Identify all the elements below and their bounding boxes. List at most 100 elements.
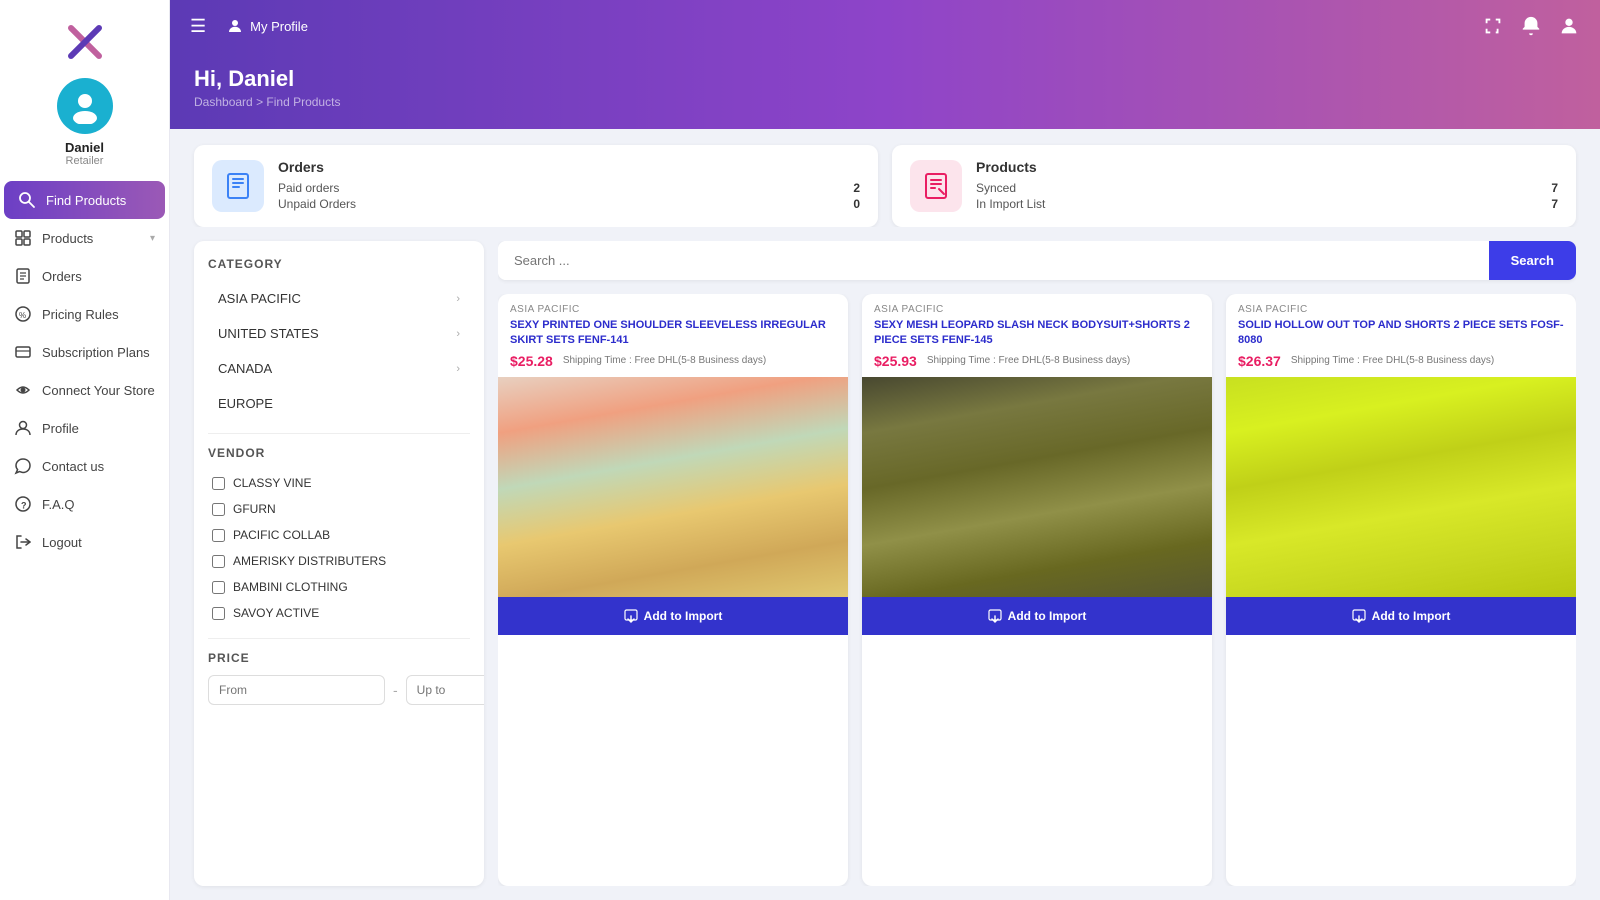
product-price-row: $26.37 Shipping Time : Free DHL(5-8 Busi… <box>1238 353 1564 369</box>
sidebar-item-products[interactable]: Products ▾ <box>0 219 169 257</box>
vendor-checkbox[interactable] <box>212 477 225 490</box>
product-card: ASIA PACIFIC SOLID HOLLOW OUT TOP AND SH… <box>1226 294 1576 886</box>
app-logo <box>59 16 111 68</box>
products-stat-card: Products Synced 7 In Import List 7 <box>892 145 1576 227</box>
products-import-row: In Import List 7 <box>976 197 1558 211</box>
breadcrumb: Dashboard > Find Products <box>194 95 1576 109</box>
vendor-checkbox[interactable] <box>212 555 225 568</box>
topbar-icons <box>1482 15 1580 37</box>
product-card: ASIA PACIFIC SEXY MESH LEOPARD SLASH NEC… <box>862 294 1212 886</box>
price-range: - <box>208 675 470 705</box>
import-icon <box>1352 609 1366 623</box>
vendor-label[interactable]: AMERISKY DISTRIBUTERS <box>233 554 386 568</box>
vendor-item: BAMBINI CLOTHING <box>208 574 470 600</box>
sidebar-item-contact-us[interactable]: Contact us <box>0 447 169 485</box>
shipping-info: Shipping Time : Free DHL(5-8 Business da… <box>927 355 1130 366</box>
orders-icon <box>212 160 264 212</box>
sidebar-item-subscription-plans[interactable]: Subscription Plans <box>0 333 169 371</box>
vendor-checkbox[interactable] <box>212 503 225 516</box>
import-icon <box>988 609 1002 623</box>
menu-icon[interactable]: ☰ <box>190 16 206 37</box>
vendor-label[interactable]: BAMBINI CLOTHING <box>233 580 348 594</box>
price-from-input[interactable] <box>208 675 385 705</box>
sidebar-item-faq[interactable]: ? F.A.Q <box>0 485 169 523</box>
products-icon <box>14 229 32 247</box>
product-card-top: ASIA PACIFIC SEXY PRINTED ONE SHOULDER S… <box>498 294 848 377</box>
user-avatar <box>57 78 113 134</box>
notification-icon[interactable] <box>1520 15 1542 37</box>
vendor-title: VENDOR <box>208 446 470 460</box>
price-title: PRICE <box>208 651 470 665</box>
vendor-label[interactable]: PACIFIC COLLAB <box>233 528 330 542</box>
sidebar-item-label: Subscription Plans <box>42 345 155 360</box>
fullscreen-icon[interactable] <box>1482 15 1504 37</box>
category-label: CANADA <box>218 361 272 376</box>
sidebar-item-pricing-rules[interactable]: % Pricing Rules <box>0 295 169 333</box>
paid-orders-value: 2 <box>853 181 860 195</box>
category-label: ASIA PACIFIC <box>218 291 301 306</box>
pricing-rules-icon: % <box>14 305 32 323</box>
subscription-plans-icon <box>14 343 32 361</box>
chevron-right-icon: › <box>456 328 460 340</box>
sidebar-item-label: Products <box>42 231 140 246</box>
product-image <box>1226 377 1576 597</box>
product-price: $25.93 <box>874 353 917 369</box>
orders-unpaid-row: Unpaid Orders 0 <box>278 197 860 211</box>
vendor-item: SAVOY ACTIVE <box>208 600 470 626</box>
category-item[interactable]: EUROPE <box>208 386 470 421</box>
profile-link-label: My Profile <box>250 19 308 34</box>
categories-list: ASIA PACIFIC›UNITED STATES›CANADA›EUROPE <box>208 281 470 421</box>
product-card-top: ASIA PACIFIC SOLID HOLLOW OUT TOP AND SH… <box>1226 294 1576 377</box>
chevron-right-icon: › <box>456 363 460 375</box>
products-area: Search ASIA PACIFIC SEXY PRINTED ONE SHO… <box>498 241 1576 886</box>
breadcrumb-home[interactable]: Dashboard <box>194 95 253 109</box>
user-icon[interactable] <box>1558 15 1580 37</box>
product-image <box>862 377 1212 597</box>
vendor-label[interactable]: CLASSY VINE <box>233 476 311 490</box>
synced-label: Synced <box>976 181 1016 195</box>
import-label: In Import List <box>976 197 1045 211</box>
product-image <box>498 377 848 597</box>
header-area: Hi, Daniel Dashboard > Find Products <box>170 52 1600 129</box>
profile-link[interactable]: My Profile <box>226 17 308 35</box>
sidebar-item-label: Orders <box>42 269 155 284</box>
orders-icon <box>14 267 32 285</box>
product-price-row: $25.93 Shipping Time : Free DHL(5-8 Busi… <box>874 353 1200 369</box>
user-role: Retailer <box>66 155 104 167</box>
synced-value: 7 <box>1551 181 1558 195</box>
add-to-import-button[interactable]: Add to Import <box>862 597 1212 635</box>
vendor-label[interactable]: GFURN <box>233 502 276 516</box>
orders-stat-info: Orders Paid orders 2 Unpaid Orders 0 <box>278 159 860 213</box>
vendor-item: PACIFIC COLLAB <box>208 522 470 548</box>
greeting: Hi, Daniel <box>194 66 1576 92</box>
sidebar-item-profile[interactable]: Profile <box>0 409 169 447</box>
category-item[interactable]: UNITED STATES› <box>208 316 470 351</box>
import-value: 7 <box>1551 197 1558 211</box>
products-synced-row: Synced 7 <box>976 181 1558 195</box>
category-item[interactable]: CANADA › <box>208 351 470 386</box>
products-stat-info: Products Synced 7 In Import List 7 <box>976 159 1558 213</box>
add-to-import-button[interactable]: Add to Import <box>1226 597 1576 635</box>
vendor-checkbox[interactable] <box>212 607 225 620</box>
sidebar-item-logout[interactable]: Logout <box>0 523 169 561</box>
shipping-info: Shipping Time : Free DHL(5-8 Business da… <box>1291 355 1494 366</box>
chevron-down-icon: ▾ <box>150 233 155 244</box>
search-button[interactable]: Search <box>1489 241 1576 280</box>
sidebar-item-find-products[interactable]: Find Products <box>4 181 165 219</box>
sidebar-item-connect-store[interactable]: Connect Your Store <box>0 371 169 409</box>
product-region: ASIA PACIFIC <box>874 304 1200 315</box>
sidebar-item-orders[interactable]: Orders <box>0 257 169 295</box>
product-name: SEXY PRINTED ONE SHOULDER SLEEVELESS IRR… <box>510 318 836 349</box>
stats-row: Orders Paid orders 2 Unpaid Orders 0 <box>170 129 1600 227</box>
search-input[interactable] <box>498 241 1489 280</box>
sidebar-item-label: Pricing Rules <box>42 307 155 322</box>
contact-us-icon <box>14 457 32 475</box>
breadcrumb-current: Find Products <box>266 95 340 109</box>
category-item[interactable]: ASIA PACIFIC› <box>208 281 470 316</box>
vendor-label[interactable]: SAVOY ACTIVE <box>233 606 319 620</box>
vendor-checkbox[interactable] <box>212 581 225 594</box>
vendor-item: AMERISKY DISTRIBUTERS <box>208 548 470 574</box>
vendor-checkbox[interactable] <box>212 529 225 542</box>
add-to-import-button[interactable]: Add to Import <box>498 597 848 635</box>
price-to-input[interactable] <box>406 675 484 705</box>
